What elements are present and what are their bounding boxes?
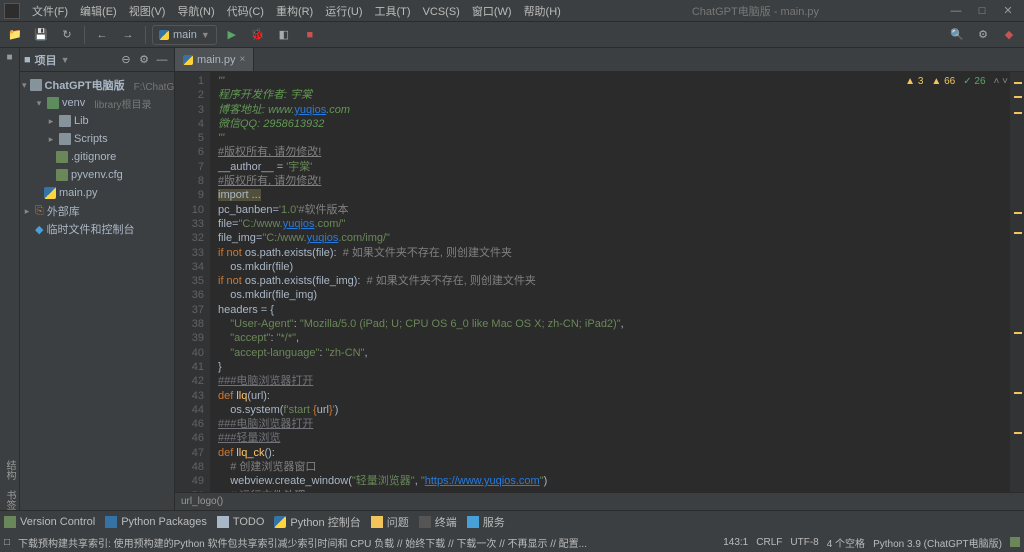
editor: main.py × ▲ 3 ▲ 66 ✓ 26 ˄ ˅ 123456789103…	[175, 48, 1024, 510]
menu-item[interactable]: 窗口(W)	[466, 4, 518, 20]
menu-item[interactable]: 文件(F)	[26, 4, 74, 20]
status-icon[interactable]: □	[4, 537, 10, 548]
collapse-icon[interactable]: ⊖	[118, 52, 134, 68]
gear-icon[interactable]: ⚙	[136, 52, 152, 68]
project-title: ■	[24, 54, 31, 66]
toolwindow-bar: Version Control Python Packages TODO Pyt…	[0, 510, 1024, 532]
python-icon	[159, 30, 169, 40]
save-icon[interactable]: 💾	[30, 24, 52, 46]
menu-item[interactable]: 运行(U)	[319, 4, 368, 20]
tree-lib[interactable]: ▸Lib	[20, 112, 174, 130]
error-stripe[interactable]	[1010, 72, 1024, 492]
left-tool-strip: ■ 结构 书签	[0, 48, 20, 510]
run-config-label: main	[173, 29, 197, 41]
toolbar: 📁 💾 ↻ ← → main ▼ ▶ 🐞 ◧ ■ 🔍 ⚙ ◆	[0, 22, 1024, 48]
maximize-button[interactable]: □	[970, 5, 994, 17]
bookmarks-tool-button[interactable]: 书签	[2, 490, 17, 510]
debug-button[interactable]: 🐞	[247, 24, 269, 46]
tree-root[interactable]: ▾ChatGPT电脑版 F:\ChatGPT电脑	[20, 76, 174, 94]
project-tree[interactable]: ▾ChatGPT电脑版 F:\ChatGPT电脑 ▾venv library根目…	[20, 72, 174, 510]
menu-item[interactable]: 导航(N)	[171, 4, 220, 20]
status-bar: □ 下载预构建共享索引: 使用预构建的Python 软件包共享索引减少索引时间和…	[0, 532, 1024, 552]
indent[interactable]: 4 个空格	[827, 535, 865, 550]
python-packages-tool[interactable]: Python Packages	[105, 516, 207, 528]
line-gutter[interactable]: 1234567891033323334353637383940414243444…	[175, 72, 210, 492]
menu-item[interactable]: 工具(T)	[369, 4, 417, 20]
tree-venv[interactable]: ▾venv library根目录	[20, 94, 174, 112]
breadcrumbs[interactable]: url_logo()	[175, 492, 1024, 510]
stop-button[interactable]: ■	[299, 24, 321, 46]
menu-item[interactable]: 帮助(H)	[518, 4, 567, 20]
code-area[interactable]: '''程序开发作者: 宇棠博客地址: www.yuqios.com微信QQ: 2…	[210, 72, 1010, 492]
line-separator[interactable]: CRLF	[756, 537, 782, 548]
menu-item[interactable]: 代码(C)	[221, 4, 270, 20]
tree-gitignore[interactable]: .gitignore	[20, 148, 174, 166]
services-tool[interactable]: 服务	[467, 514, 505, 530]
tree-external[interactable]: ▸⎘外部库	[20, 202, 174, 220]
python-console-tool[interactable]: Python 控制台	[274, 514, 360, 530]
editor-tabs: main.py ×	[175, 48, 1024, 72]
encoding[interactable]: UTF-8	[790, 537, 818, 548]
python-icon	[183, 55, 193, 65]
run-button[interactable]: ▶	[221, 24, 243, 46]
menu-item[interactable]: 编辑(E)	[74, 4, 123, 20]
project-tool-button[interactable]: ■	[4, 52, 15, 63]
menu-item[interactable]: 重构(R)	[270, 4, 319, 20]
caret-position[interactable]: 143:1	[723, 537, 748, 548]
minimize-button[interactable]: —	[944, 5, 968, 17]
tab-mainpy[interactable]: main.py ×	[175, 48, 254, 71]
inspections-widget[interactable]: ▲ 3 ▲ 66 ✓ 26 ˄ ˅	[905, 76, 1008, 87]
coverage-icon[interactable]: ◧	[273, 24, 295, 46]
hide-icon[interactable]: —	[154, 52, 170, 68]
folder-icon[interactable]: 📁	[4, 24, 26, 46]
settings-icon[interactable]: ⚙	[972, 24, 994, 46]
run-config-selector[interactable]: main ▼	[152, 25, 217, 45]
tab-label: main.py	[197, 54, 236, 66]
back-icon[interactable]: ←	[91, 24, 113, 46]
tree-scratches[interactable]: ◆临时文件和控制台	[20, 220, 174, 238]
status-message[interactable]: 下载预构建共享索引: 使用预构建的Python 软件包共享索引减少索引时间和 C…	[18, 535, 715, 550]
interpreter[interactable]: Python 3.9 (ChatGPT电脑版)	[873, 535, 1002, 550]
problems-tool[interactable]: 问题	[371, 514, 409, 530]
close-button[interactable]: ✕	[996, 4, 1020, 17]
menu-item[interactable]: VCS(S)	[417, 4, 466, 20]
terminal-tool[interactable]: 终端	[419, 514, 457, 530]
lock-icon[interactable]	[1010, 537, 1020, 547]
menu-item[interactable]: 视图(V)	[123, 4, 172, 20]
project-header: ■ 项目 ▼ ⊖ ⚙ —	[20, 48, 174, 72]
close-icon[interactable]: ×	[240, 54, 246, 65]
tree-scripts[interactable]: ▸Scripts	[20, 130, 174, 148]
refresh-icon[interactable]: ↻	[56, 24, 78, 46]
forward-icon[interactable]: →	[117, 24, 139, 46]
todo-tool[interactable]: TODO	[217, 516, 265, 528]
profiler-icon[interactable]: ◆	[998, 24, 1020, 46]
window-title: ChatGPT电脑版 - main.py	[692, 3, 819, 19]
version-control-tool[interactable]: Version Control	[4, 516, 95, 528]
search-icon[interactable]: 🔍	[946, 24, 968, 46]
menu-bar: 文件(F)编辑(E)视图(V)导航(N)代码(C)重构(R)运行(U)工具(T)…	[0, 0, 1024, 22]
tree-pyvenv[interactable]: pyvenv.cfg	[20, 166, 174, 184]
project-panel: ■ 项目 ▼ ⊖ ⚙ — ▾ChatGPT电脑版 F:\ChatGPT电脑 ▾v…	[20, 48, 175, 510]
app-logo	[4, 3, 20, 19]
project-label: 项目	[35, 52, 57, 68]
tree-mainpy[interactable]: main.py	[20, 184, 174, 202]
structure-tool-button[interactable]: 结构	[2, 460, 17, 480]
